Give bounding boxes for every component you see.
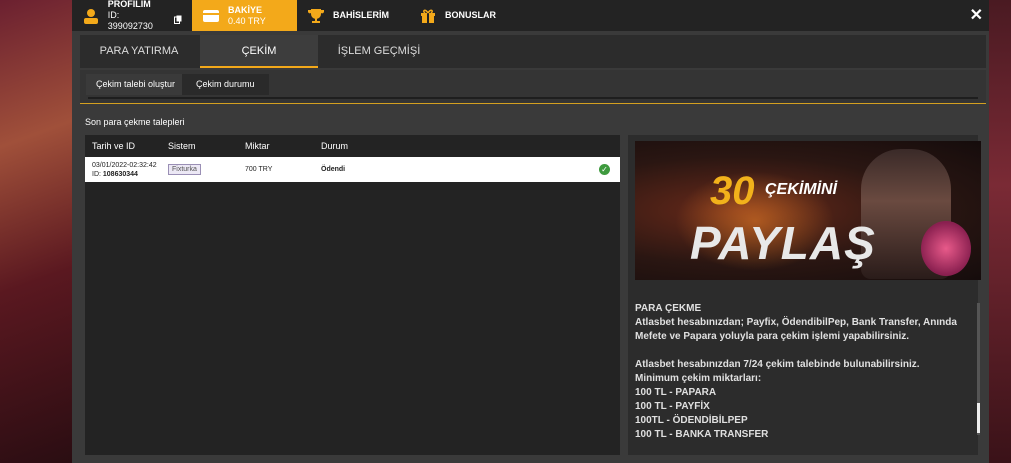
withdrawal-info-text: PARA ÇEKME Atlasbet hesabınızdan; Payfix… [635,302,970,437]
info-sidebar: 30 ÇEKİMİNİ PAYLAŞ PARA ÇEKME Atlasbet h… [628,135,981,455]
status-cell: Ödendi [321,166,346,173]
wallet-panel: PARA YATIRMA ÇEKİM İŞLEM GEÇMİŞİ Çekim t… [72,31,989,463]
info-line: Atlasbet hesabınızdan; Payfix, Ödendibil… [635,317,957,342]
my-bets-menu[interactable]: BAHİSLERİM [297,0,409,31]
bonuses-menu[interactable]: BONUSLAR [409,0,509,31]
tab-transaction-history[interactable]: İŞLEM GEÇMİŞİ [320,35,438,68]
info-line: 100 TL - BANKA TRANSFER [635,429,769,437]
main-tabs: PARA YATIRMA ÇEKİM İŞLEM GEÇMİŞİ [80,35,986,68]
column-header-system: Sistem [168,141,196,151]
banner-word-1: ÇEKİMİNİ [765,181,837,198]
tab-deposit[interactable]: PARA YATIRMA [80,35,198,68]
my-bets-label: BAHİSLERİM [333,10,389,20]
subtab-create-withdrawal[interactable]: Çekim talebi oluştur [86,74,186,95]
scrollbar-thumb[interactable] [977,403,980,433]
balance-label: BAKİYE [228,4,263,15]
content-area: Son para çekme talepleri Tarih ve ID Sis… [80,105,986,463]
close-icon[interactable]: ✕ [970,5,983,25]
banner-number: 30 [710,169,755,213]
top-navigation-bar: PROFİLİM ID: 399092730 BAKİYE 0.40 TRY B… [72,0,989,31]
info-scrollbar[interactable] [977,303,980,435]
column-header-date: Tarih ve ID [92,141,136,151]
balance-menu[interactable]: BAKİYE 0.40 TRY [192,0,297,31]
tab-withdraw[interactable]: ÇEKİM [200,35,318,68]
profile-label: PROFİLİM [107,0,151,9]
column-header-amount: Miktar [245,141,270,151]
info-line: 100TL - ÖDENDİBİLPEP [635,415,748,426]
trophy-icon [307,7,325,25]
system-badge: Fixturka [168,164,201,175]
wallet-icon [202,7,220,25]
system-cell: Fixturka [168,164,245,175]
row-id-prefix: ID: [92,170,103,178]
row-id: 108630344 [102,170,138,178]
info-line: Minimum çekim miktarları: [635,373,762,384]
sub-tabs: Çekim talebi oluştur Çekim durumu [80,70,986,104]
copy-icon[interactable] [174,15,182,27]
row-date: 03/01/2022-02:32:42 [92,161,157,169]
check-icon: ✓ [599,164,610,175]
promo-banner[interactable]: 30 ÇEKİMİNİ PAYLAŞ [635,141,981,280]
info-line [635,344,970,358]
amount-cell: 700 TRY [245,166,273,173]
background-decoration-left [0,0,75,463]
withdrawals-table: Tarih ve ID Sistem Miktar Durum 03/01/20… [85,135,620,455]
info-line: PARA ÇEKME [635,303,702,314]
user-icon [82,7,100,25]
banner-word-2: PAYLAŞ [690,217,876,269]
column-header-status: Durum [321,141,349,151]
info-line: Atlasbet hesabınızdan 7/24 çekim talebin… [635,359,920,370]
background-decoration-right [986,0,1011,463]
profile-menu[interactable]: PROFİLİM ID: 399092730 [72,0,192,31]
profile-id: ID: 399092730 [107,10,153,31]
table-header: Tarih ve ID Sistem Miktar Durum [85,135,620,157]
table-row[interactable]: 03/01/2022-02:32:42 ID: 108630344 Fixtur… [85,157,620,182]
info-line: 100 TL - PAYFİX [635,401,710,412]
balance-value: 0.40 TRY [228,15,266,26]
subtab-withdrawal-status[interactable]: Çekim durumu [182,74,269,95]
banner-decoration-image [921,221,971,276]
date-id-cell: 03/01/2022-02:32:42 ID: 108630344 [85,161,168,179]
bonuses-label: BONUSLAR [445,10,496,20]
info-line: 100 TL - PAPARA [635,387,717,398]
divider [88,97,978,99]
section-title: Son para çekme talepleri [85,117,185,127]
gift-icon [419,7,437,25]
